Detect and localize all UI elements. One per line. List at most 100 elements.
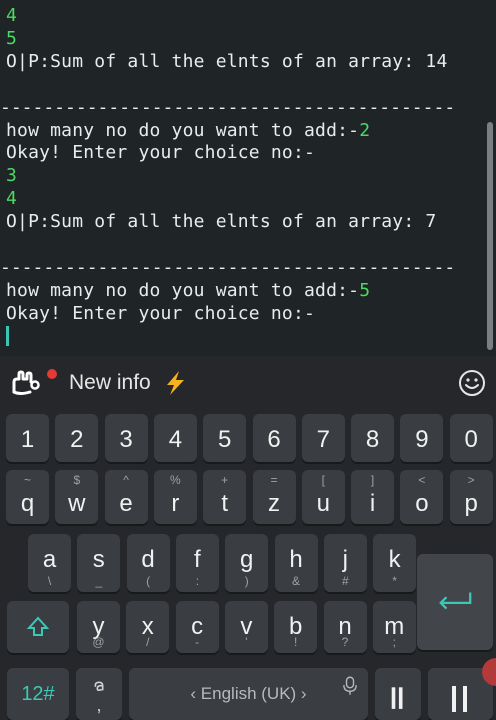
key-z[interactable]: = z — [252, 470, 296, 524]
microphone-icon — [343, 676, 357, 695]
key-secondary-label: : — [195, 574, 200, 588]
key-a[interactable]: a \ — [28, 534, 71, 592]
terminal-line: Okay! Enter your choice no:- — [6, 303, 315, 325]
key-secondary-label: @ — [92, 635, 105, 649]
text-cursor — [6, 326, 9, 346]
key-o[interactable]: < o — [400, 470, 444, 524]
key-p[interactable]: > p — [449, 470, 493, 524]
news-label[interactable]: New info — [69, 370, 151, 396]
key-secondary-label: [ — [321, 473, 325, 487]
key-secondary-label: & — [291, 574, 300, 588]
key-label: q — [20, 490, 35, 517]
key-s[interactable]: s _ — [77, 534, 121, 592]
key-m[interactable]: m; — [372, 601, 416, 653]
comma-key[interactable]: , — [76, 668, 122, 720]
terminal-line-text: 4 — [6, 5, 18, 26]
key-1[interactable]: 1 — [6, 414, 49, 462]
key-secondary-label: ' — [245, 635, 248, 649]
terminal-scrollbar[interactable] — [487, 122, 493, 350]
lightning-bolt-icon — [167, 371, 184, 395]
key-label: g — [240, 546, 254, 573]
key-secondary-label: ] — [370, 473, 375, 487]
key-3[interactable]: 3 — [104, 414, 148, 462]
key-label: k — [388, 546, 401, 573]
key-b[interactable]: b! — [274, 601, 318, 653]
key-h[interactable]: h & — [274, 534, 318, 592]
key-2[interactable]: 2 — [55, 414, 99, 462]
key-w[interactable]: $ w — [55, 470, 99, 524]
symbols-key[interactable]: 12# — [7, 668, 69, 720]
key-6[interactable]: 6 — [252, 414, 296, 462]
key-secondary-label: * — [392, 574, 397, 588]
space-key[interactable]: ‹ English (UK) › — [129, 668, 368, 720]
terminal-line-text: 5 — [6, 28, 18, 49]
terminal-line: 4 — [6, 188, 17, 210]
key-label: 6 — [267, 426, 281, 453]
keyboard-logo-icon[interactable] — [8, 368, 42, 398]
key-i[interactable]: ] i — [351, 470, 395, 524]
terminal-line: 5 — [6, 28, 17, 50]
key-label: 5 — [218, 426, 232, 453]
key-label: d — [141, 546, 155, 573]
shift-key[interactable] — [7, 601, 69, 653]
key-0[interactable]: 0 — [449, 414, 493, 462]
key-label: e — [119, 490, 133, 517]
separator-line: ----------------------------------------… — [0, 257, 455, 279]
key-d[interactable]: d( — [126, 534, 170, 592]
terminal-line-text: O|P:Sum of all the elnts of an array: 14 — [6, 51, 448, 72]
key-label: 3 — [119, 426, 133, 453]
terminal-line: how many no do you want to add:-2 — [6, 120, 370, 142]
terminal-line-text: Okay! Enter your choice no:- — [6, 142, 316, 163]
quote-mark-icon — [391, 687, 403, 709]
key-secondary-label: # — [341, 574, 349, 588]
key-e[interactable]: ^ e — [104, 470, 148, 524]
key-g[interactable]: g) — [225, 534, 269, 592]
terminal-output[interactable]: 4 5 O|P:Sum of all the elnts of an array: … — [0, 0, 496, 356]
key-y[interactable]: y @ — [77, 601, 120, 653]
key-8[interactable]: 8 — [351, 414, 395, 462]
key-j[interactable]: j # — [323, 534, 367, 592]
key-secondary-label: ! — [294, 635, 298, 649]
key-r[interactable]: % r — [153, 470, 197, 524]
key-7[interactable]: 7 — [301, 414, 345, 462]
separator-line: ----------------------------------------… — [0, 97, 455, 119]
terminal-line-text: ----------------------------------------… — [0, 97, 456, 118]
key-label: 7 — [316, 426, 330, 453]
key-secondary-label: > — [467, 473, 475, 487]
key-secondary-label: / — [146, 635, 150, 649]
key-5[interactable]: 5 — [203, 414, 247, 462]
key-f[interactable]: f: — [175, 534, 219, 592]
key-secondary-label: $ — [73, 473, 81, 487]
key-label: w — [68, 490, 86, 517]
key-label: z — [268, 490, 280, 517]
notification-dot-icon — [47, 369, 57, 379]
terminal-line-text: how many no do you want to add:- — [6, 280, 360, 301]
space-key-label: ‹ English (UK) › — [190, 684, 307, 703]
key-secondary-label: ? — [341, 635, 349, 649]
period-key[interactable] — [375, 668, 421, 720]
key-q[interactable]: ~ q — [6, 470, 49, 524]
key-4[interactable]: 4 — [153, 414, 197, 462]
key-secondary-label: < — [418, 473, 426, 487]
key-secondary-label: = — [270, 473, 278, 487]
enter-arrow-icon — [439, 592, 472, 610]
enter-key[interactable] — [417, 554, 493, 650]
terminal-line-text: O|P:Sum of all the elnts of an array: 7 — [6, 211, 437, 232]
key-9[interactable]: 9 — [400, 414, 444, 462]
shift-arrow-icon — [26, 616, 50, 636]
key-x[interactable]: x / — [126, 601, 170, 653]
key-v[interactable]: v ' — [224, 601, 268, 653]
emoji-icon[interactable] — [458, 369, 486, 397]
key-label: u — [316, 490, 330, 517]
user-input-value: 2 — [359, 120, 371, 141]
key-k[interactable]: k * — [373, 534, 417, 592]
key-c[interactable]: c- — [175, 601, 219, 653]
key-u[interactable]: [u — [301, 470, 345, 524]
key-label: f — [194, 546, 201, 573]
handwriting-icon — [94, 681, 104, 692]
terminal-line-text: 3 — [6, 165, 18, 186]
key-t[interactable]: + t — [203, 470, 247, 524]
key-secondary-label: ; — [392, 635, 396, 649]
terminal-line: how many no do you want to add:-5 — [6, 280, 370, 302]
key-n[interactable]: n? — [323, 601, 367, 653]
